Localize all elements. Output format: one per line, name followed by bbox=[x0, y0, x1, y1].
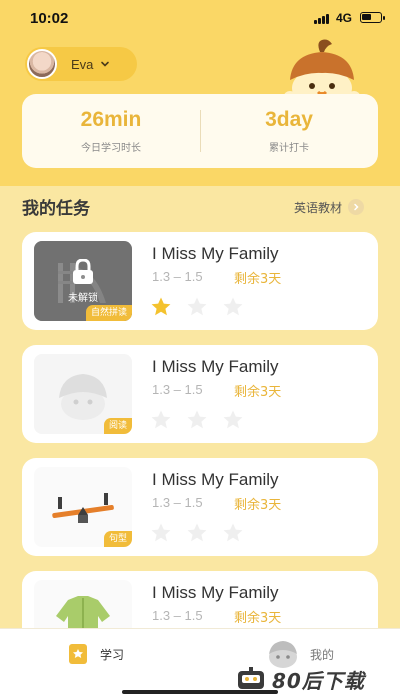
task-range: 1.3 – 1.5 bbox=[152, 495, 203, 510]
textbook-link-label: 英语教材 bbox=[294, 200, 343, 215]
task-thumbnail: 未解锁 自然拼读 bbox=[34, 241, 132, 321]
textbook-link[interactable]: 英语教材 bbox=[294, 198, 365, 216]
task-remaining: 剩余3天 bbox=[234, 385, 282, 400]
avatar bbox=[27, 49, 57, 79]
stat-value: 3day bbox=[265, 108, 313, 131]
task-remaining: 剩余3天 bbox=[234, 498, 282, 513]
robot-logo-icon bbox=[238, 667, 264, 689]
star-empty-icon bbox=[223, 297, 243, 316]
home-indicator bbox=[122, 690, 278, 694]
network-label: 4G bbox=[336, 11, 353, 25]
stat-study-time: 26min 今日学习时长 bbox=[22, 94, 200, 168]
star-empty-icon bbox=[187, 523, 207, 542]
task-title: I Miss My Family bbox=[152, 470, 279, 489]
task-range: 1.3 – 1.5 bbox=[152, 382, 203, 397]
task-card[interactable]: 未解锁 自然拼读 I Miss My Family 1.3 – 1.5 剩余3天 bbox=[22, 232, 378, 330]
task-tag: 自然拼读 bbox=[85, 305, 132, 321]
star-filled-icon bbox=[151, 297, 171, 316]
task-title: I Miss My Family bbox=[152, 583, 279, 602]
chevron-right-icon bbox=[348, 199, 365, 215]
lock-text: 未解锁 bbox=[68, 293, 98, 304]
star-empty-icon bbox=[223, 410, 243, 429]
star-rating bbox=[150, 522, 258, 544]
task-card[interactable]: 句型 I Miss My Family 1.3 – 1.5 剩余3天 bbox=[22, 458, 378, 556]
task-tag: 阅读 bbox=[103, 418, 132, 434]
stats-card: 26min 今日学习时长 3day 累计打卡 bbox=[22, 94, 378, 168]
task-range: 1.3 – 1.5 bbox=[152, 608, 203, 623]
stat-value: 26min bbox=[80, 108, 142, 131]
star-empty-icon bbox=[151, 410, 171, 429]
task-thumbnail: 阅读 bbox=[34, 354, 132, 434]
star-empty-icon bbox=[187, 410, 207, 429]
tab-study[interactable]: 学习 bbox=[66, 639, 124, 669]
task-remaining: 剩余3天 bbox=[234, 611, 282, 626]
task-thumbnail: 句型 bbox=[34, 467, 132, 547]
task-card[interactable]: 阅读 I Miss My Family 1.3 – 1.5 剩余3天 bbox=[22, 345, 378, 443]
signal-icon bbox=[314, 14, 332, 24]
book-icon bbox=[69, 644, 87, 664]
tab-study-label: 学习 bbox=[100, 647, 125, 662]
tab-mine-label: 我的 bbox=[310, 647, 335, 662]
task-title: I Miss My Family bbox=[152, 357, 279, 376]
star-empty-icon bbox=[187, 297, 207, 316]
user-name: Eva bbox=[71, 56, 94, 72]
lock-icon bbox=[73, 259, 93, 284]
section-title: 我的任务 bbox=[22, 199, 90, 219]
status-time: 10:02 bbox=[30, 10, 69, 27]
task-tag: 句型 bbox=[103, 531, 132, 547]
star-rating bbox=[150, 409, 258, 431]
watermark-text: 80后下载 bbox=[272, 668, 365, 693]
task-remaining: 剩余3天 bbox=[234, 272, 282, 287]
user-switcher[interactable]: Eva bbox=[25, 47, 137, 81]
star-empty-icon bbox=[151, 523, 171, 542]
stat-label: 今日学习时长 bbox=[81, 143, 141, 154]
stat-checkin-days: 3day 累计打卡 bbox=[200, 94, 378, 168]
star-empty-icon bbox=[223, 523, 243, 542]
battery-icon bbox=[360, 12, 385, 23]
stat-label: 累计打卡 bbox=[269, 143, 309, 154]
task-range: 1.3 – 1.5 bbox=[152, 269, 203, 284]
star-rating bbox=[150, 296, 258, 318]
status-bar: 10:02 4G bbox=[0, 0, 400, 36]
task-title: I Miss My Family bbox=[152, 244, 279, 263]
chevron-down-icon bbox=[101, 61, 110, 67]
